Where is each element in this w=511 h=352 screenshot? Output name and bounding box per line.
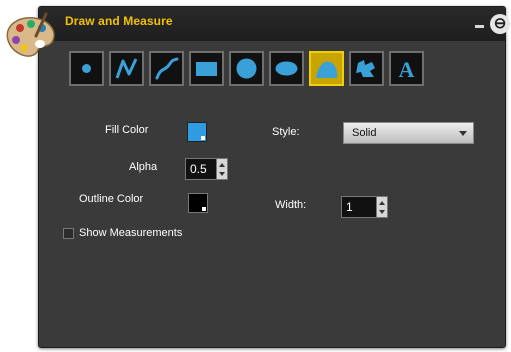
width-input[interactable]: 1 xyxy=(341,196,377,218)
freehand-polygon-icon xyxy=(316,61,338,78)
panel-title: Draw and Measure xyxy=(65,14,173,28)
freehand-polygon-tool-button[interactable] xyxy=(309,51,344,86)
ellipse-icon xyxy=(275,61,298,76)
alpha-stepper[interactable] xyxy=(216,158,228,180)
svg-text:A: A xyxy=(399,57,415,82)
width-stepper[interactable] xyxy=(376,196,388,218)
alpha-input[interactable]: 0.5 xyxy=(185,158,217,180)
rectangle-tool-button[interactable] xyxy=(189,51,224,86)
stepper-up-icon[interactable] xyxy=(379,201,385,205)
stepper-up-icon[interactable] xyxy=(219,163,225,167)
palette-logo-icon xyxy=(6,12,55,57)
alpha-label: Alpha xyxy=(129,161,158,173)
freehand-line-icon xyxy=(155,57,179,80)
width-label: Width: xyxy=(275,199,307,211)
fill-color-label: Fill Color xyxy=(105,124,149,136)
fill-color-swatch[interactable] xyxy=(187,122,207,142)
stepper-down-icon[interactable] xyxy=(379,210,385,214)
swatch-dropdown-marker xyxy=(202,207,206,211)
style-selected-value: Solid xyxy=(352,127,377,139)
polyline-tool-button[interactable] xyxy=(109,51,144,86)
stepper-down-icon[interactable] xyxy=(219,172,225,176)
draw-measure-panel: Draw and Measure ⊖ A Fill Color Style: S… xyxy=(38,6,510,348)
close-icon[interactable]: ⊖ xyxy=(490,14,510,34)
minimize-icon[interactable] xyxy=(475,25,484,28)
swatch-dropdown-marker xyxy=(201,136,205,140)
text-tool-button[interactable]: A xyxy=(389,51,424,86)
circle-icon xyxy=(236,58,257,79)
style-dropdown[interactable]: Solid xyxy=(343,122,474,144)
chevron-down-icon xyxy=(459,131,467,136)
point-tool-button[interactable] xyxy=(69,51,104,86)
outline-color-label: Outline Color xyxy=(79,193,144,205)
ellipse-tool-button[interactable] xyxy=(269,51,304,86)
title-bar[interactable]: Draw and Measure ⊖ xyxy=(39,7,510,41)
freehand-line-tool-button[interactable] xyxy=(149,51,184,86)
text-icon: A xyxy=(399,57,415,82)
point-icon xyxy=(82,64,91,73)
polyline-icon xyxy=(115,58,138,79)
style-label: Style: xyxy=(272,126,300,138)
circle-tool-button[interactable] xyxy=(229,51,264,86)
polygon-icon xyxy=(356,60,375,77)
show-measurements-checkbox[interactable] xyxy=(63,228,74,239)
rectangle-icon xyxy=(196,62,217,76)
polygon-tool-button[interactable] xyxy=(349,51,384,86)
show-measurements-label: Show Measurements xyxy=(79,227,183,239)
outline-color-swatch[interactable] xyxy=(188,193,208,213)
